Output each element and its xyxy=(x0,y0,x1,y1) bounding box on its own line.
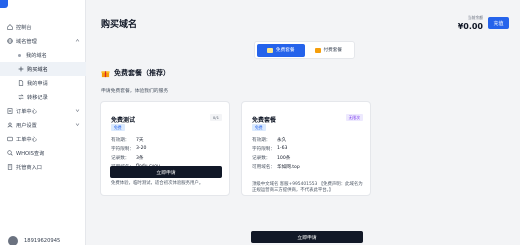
page-title: 购买域名 xyxy=(101,20,138,30)
home-icon xyxy=(7,24,13,30)
chevron-down-icon xyxy=(75,122,80,127)
gift-icon xyxy=(101,70,110,77)
sidebar: 控制台 域名管理 我的域名 购买域名 我的申请 转移记录 订单中心 用户设置 工… xyxy=(0,0,86,245)
sidebar-item-label: 域名管理 xyxy=(16,38,37,45)
balance-value: ¥0.00 xyxy=(457,22,483,31)
tab-label: 付费套餐 xyxy=(323,48,342,53)
card-icon xyxy=(314,47,321,53)
sidebar-item-label: 工单中心 xyxy=(16,136,37,143)
sidebar-item-order-center[interactable]: 订单中心 xyxy=(0,104,86,118)
plan-tabs: 免费套餐 付费套餐 xyxy=(254,41,355,59)
sidebar-item-label: 我的域名 xyxy=(26,52,47,59)
sidebar-item-label: 控制台 xyxy=(16,24,32,31)
usage-tag: 无限次 xyxy=(345,114,363,121)
user-phone: 18919620945 xyxy=(24,238,61,244)
balance-label: 当前余额 xyxy=(467,15,483,20)
section-title: 免费套餐（推荐） xyxy=(101,68,170,78)
section-description: 申请免费套餐，体验我们的服务 xyxy=(101,89,169,94)
sidebar-item-registrar-portal[interactable]: 托管商入口 xyxy=(0,160,86,174)
detail-row: 有效期： 7天 xyxy=(111,137,144,143)
bullet-icon xyxy=(18,53,21,57)
sidebar-item-label: 转移记录 xyxy=(27,94,48,101)
card-details: 有效期： 永久 字符限制： 1-63 记录数： 100条 可用域名： 华如网.top xyxy=(252,135,300,171)
detail-row: 记录数： 100条 xyxy=(252,155,291,161)
logo-icon xyxy=(0,0,8,8)
sidebar-item-label: 订单中心 xyxy=(16,108,37,115)
tab-paid-plan[interactable]: 付费套餐 xyxy=(305,44,353,57)
sidebar-item-label: 我的申请 xyxy=(27,80,48,87)
sidebar-item-dashboard[interactable]: 控制台 xyxy=(0,20,86,34)
card-description: 顶级中文域名 客服+995401553 【免费声明：此域名为正规运营商三方提供商… xyxy=(252,182,363,193)
search-icon xyxy=(7,150,13,156)
gift-icon xyxy=(267,47,274,53)
tab-free-plan[interactable]: 免费套餐 xyxy=(257,43,305,57)
detail-row: 有效期： 永久 xyxy=(252,137,287,143)
ticket-icon xyxy=(7,136,13,142)
card-description: 免费体验，临时测试，适合初次体验服务用户。 xyxy=(111,181,204,186)
building-icon xyxy=(7,164,13,170)
order-icon xyxy=(7,108,13,114)
detail-row: 记录数： 3条 xyxy=(111,155,144,161)
chevron-up-icon xyxy=(75,38,80,43)
sidebar-item-domain-management[interactable]: 域名管理 xyxy=(0,34,86,48)
usage-tag: 0/1 xyxy=(209,114,222,121)
sidebar-item-whois[interactable]: WHOIS查询 xyxy=(0,146,86,160)
card-title: 免费套餐 xyxy=(252,117,277,124)
sidebar-item-buy-domain[interactable]: 购买域名 xyxy=(0,62,86,76)
section-title-text: 免费套餐（推荐） xyxy=(114,69,170,77)
plan-card-free-trial: 免费测试 免费 0/1 有效期：7天 字符限制：3-20 记录数：3条 可用域名… xyxy=(100,101,230,196)
sidebar-item-label: 购买域名 xyxy=(27,66,48,73)
sidebar-item-transfer-records[interactable]: 转移记录 xyxy=(0,90,86,104)
user-icon xyxy=(7,122,13,128)
sidebar-item-user-settings[interactable]: 用户设置 xyxy=(0,118,86,132)
tab-label: 免费套餐 xyxy=(276,48,295,53)
sidebar-item-label: 托管商入口 xyxy=(16,164,42,171)
recharge-button[interactable]: 充值 xyxy=(488,17,509,29)
sidebar-item-label: WHOIS查询 xyxy=(16,150,45,157)
balance-display: 当前余额 ¥0.00 xyxy=(458,15,483,31)
chevron-down-icon xyxy=(75,108,80,113)
sidebar-item-my-applications[interactable]: 我的申请 xyxy=(0,76,86,90)
plus-icon xyxy=(18,66,24,72)
user-profile[interactable]: 18919620945 xyxy=(8,236,84,245)
detail-row: 字符限制： 3-20 xyxy=(111,146,147,152)
transfer-icon xyxy=(18,94,24,100)
card-title: 免费测试 xyxy=(111,117,136,124)
file-icon xyxy=(18,80,24,86)
detail-row: 可用域名： 华如网.top xyxy=(252,164,300,170)
plan-card-free-plan: 免费套餐 免费 无限次 有效期： 永久 字符限制： 1-63 记录数： 100条 可用… xyxy=(241,101,371,196)
sidebar-item-ticket-center[interactable]: 工单中心 xyxy=(0,132,86,146)
apply-button-free-plan[interactable]: 立即申请 xyxy=(251,231,363,243)
avatar xyxy=(8,236,18,245)
sidebar-nav: 控制台 域名管理 我的域名 购买域名 我的申请 转移记录 订单中心 用户设置 工… xyxy=(0,20,86,174)
apply-button-free-trial[interactable]: 立即申请 xyxy=(110,166,222,178)
sidebar-item-my-domains[interactable]: 我的域名 xyxy=(0,48,86,62)
free-badge: 免费 xyxy=(111,124,125,131)
free-badge: 免费 xyxy=(252,124,266,131)
sidebar-item-label: 用户设置 xyxy=(16,122,37,129)
detail-row: 字符限制： 1-63 xyxy=(252,146,288,152)
globe-icon xyxy=(7,38,13,44)
